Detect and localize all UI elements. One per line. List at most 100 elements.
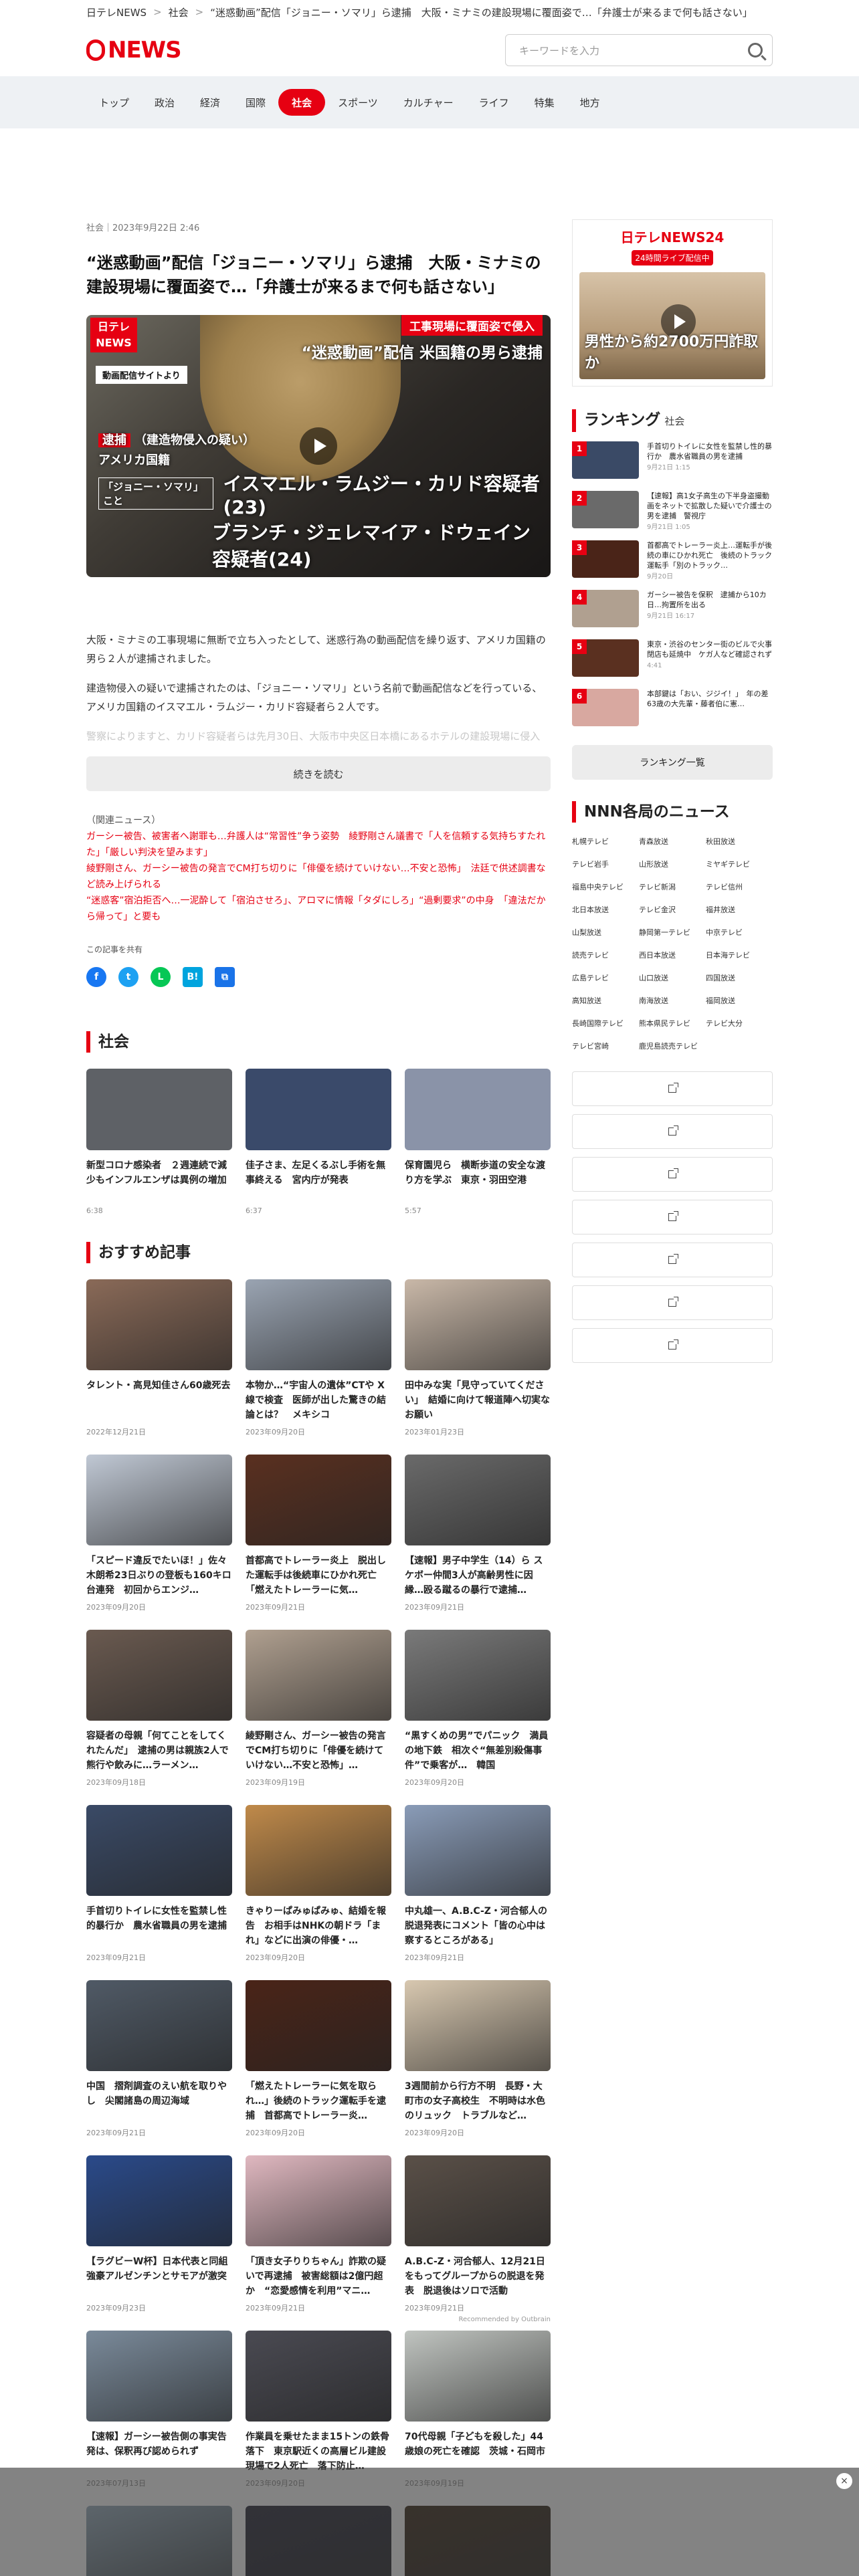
recommended-card[interactable]: “黒すくめの男”でパニック 満員の地下鉄 相次ぐ“無差別殺傷事件”で乗客が… 韓… bbox=[405, 1630, 551, 1788]
nav-item[interactable]: 政治 bbox=[142, 89, 187, 116]
news-card[interactable]: 保育園児ら 横断歩道の安全な渡り方を学ぶ 東京・羽田空港 5:57 bbox=[405, 1069, 551, 1215]
recommended-card[interactable]: 首都高でトレーラー炎上 脱出した運転手は後続車にひかれ死亡 「燃えたトレーラーに… bbox=[246, 1455, 391, 1612]
nnn-station-link[interactable]: 福島中央テレビ bbox=[572, 881, 639, 892]
ranking-item[interactable]: 5 東京・渋谷のセンター街のビルで火事 閉店も延焼中 ケガ人など確認されず 4:41 bbox=[572, 639, 779, 686]
recommended-thumbnail[interactable] bbox=[405, 1279, 551, 1370]
ranking-item[interactable]: 4 ガーシー被告を保釈 逮捕から10カ日…拘置所を出る 9月21日 16:17 bbox=[572, 590, 773, 637]
article-hero-video[interactable]: 日テレ NEWS 動画配信サイトより 工事現場に覆面姿で侵入 “迷惑動画”配信 … bbox=[86, 315, 551, 577]
ranking-title[interactable]: 本部鍵は「おい、ジジイ！」 年の差63歳の大先輩・藤者伯に憲… bbox=[647, 689, 773, 709]
ranking-list-button[interactable]: ランキング一覧 bbox=[572, 745, 773, 780]
nnn-station-link[interactable]: 熊本県民テレビ bbox=[639, 1018, 706, 1029]
recommended-thumbnail[interactable] bbox=[246, 2331, 391, 2422]
recommended-card[interactable]: 【速報】ガーシー被告側の事実告発は、保釈再び認められず2023年07月13日 bbox=[86, 2331, 232, 2488]
external-link-box[interactable] bbox=[572, 1157, 773, 1192]
ranking-thumbnail[interactable]: 6 bbox=[572, 689, 639, 726]
ranking-thumbnail[interactable]: 4 bbox=[572, 590, 639, 627]
breadcrumb-home[interactable]: 日テレNEWS bbox=[86, 5, 147, 19]
ranking-title[interactable]: 手首切りトイレに女性を監禁し性的暴行か 農水省職員の男を逮捕 bbox=[647, 441, 773, 461]
recommended-title[interactable]: タレント・高見知佳さん60歳死去 bbox=[86, 1378, 232, 1422]
recommended-thumbnail[interactable] bbox=[86, 2331, 232, 2422]
recommended-thumbnail[interactable] bbox=[405, 1980, 551, 2071]
recommended-title[interactable]: 本物か…“宇宙人の遺体”CTや X線で検査 医師が出した驚きの結論とは？ メキシ… bbox=[246, 1378, 391, 1422]
nnn-station-link[interactable]: 山口放送 bbox=[639, 972, 706, 983]
ranking-title[interactable]: 首都高でトレーラー炎上…運転手が後続の車にひかれ死亡 後続のトラック運転手「別の… bbox=[647, 540, 773, 570]
external-link-box[interactable] bbox=[572, 1200, 773, 1235]
recommended-card[interactable]: 「頂き女子りりちゃん」詐欺の疑いで再逮捕 被害総額は2億円超か “恋愛感情を利用… bbox=[246, 2155, 391, 2313]
ranking-thumbnail[interactable]: 1 bbox=[572, 441, 639, 479]
nav-item[interactable]: 国際 bbox=[233, 89, 278, 116]
line-icon[interactable]: L bbox=[151, 967, 171, 987]
live-stream-box[interactable]: 日テレNEWS24 24時間ライブ配信中 男性から約2700万円詐取か bbox=[572, 219, 773, 387]
nnn-station-link[interactable]: 青森放送 bbox=[639, 836, 706, 847]
nnn-station-link[interactable]: 札幌テレビ bbox=[572, 836, 639, 847]
ranking-text[interactable]: 首都高でトレーラー炎上…運転手が後続の車にひかれ死亡 後続のトラック運転手「別の… bbox=[647, 540, 773, 582]
nav-item[interactable]: トップ bbox=[86, 89, 142, 116]
recommended-thumbnail[interactable] bbox=[405, 1455, 551, 1545]
recommended-title[interactable]: 「燃えたトレーラーに気を取られ…」後続のトラック運転手を逮捕 首都高でトレーラー… bbox=[246, 2079, 391, 2123]
nav-item[interactable]: ライフ bbox=[466, 89, 522, 116]
news-thumbnail[interactable] bbox=[405, 1069, 551, 1150]
external-link-box[interactable] bbox=[572, 1114, 773, 1149]
read-more-button[interactable]: 続きを読む bbox=[86, 756, 551, 791]
outbrain-credit[interactable]: Recommended by Outbrain bbox=[86, 2316, 551, 2325]
breadcrumb-category[interactable]: 社会 bbox=[169, 5, 189, 19]
nnn-station-link[interactable]: テレビ新潟 bbox=[639, 881, 706, 892]
nnn-station-link[interactable]: テレビ岩手 bbox=[572, 859, 639, 869]
recommended-thumbnail[interactable] bbox=[246, 1279, 391, 1370]
ranking-title[interactable]: 東京・渋谷のセンター街のビルで火事 閉店も延焼中 ケガ人など確認されず bbox=[647, 639, 779, 659]
ranking-text[interactable]: 【速報】高1女子高生の下半身盗撮動画をネットで拡散した疑いで介護士の男を逮捕 警… bbox=[647, 491, 773, 532]
external-link-box[interactable] bbox=[572, 1071, 773, 1106]
recommended-card[interactable]: 「スピード違反でたいほ！」佐々木朗希23日ぶりの登板も160キロ台連発 初回から… bbox=[86, 1455, 232, 1612]
nnn-station-link[interactable]: 山形放送 bbox=[639, 859, 706, 869]
recommended-card[interactable]: 作業員を乗せたまま15トンの鉄骨落下 東京駅近くの高層ビル建設現場で2人死亡 落… bbox=[246, 2331, 391, 2488]
nnn-station-link[interactable]: 読売テレビ bbox=[572, 950, 639, 960]
nnn-station-link[interactable]: 広島テレビ bbox=[572, 972, 639, 983]
nnn-station-link[interactable]: 長崎国際テレビ bbox=[572, 1018, 639, 1029]
nnn-station-link[interactable]: 西日本放送 bbox=[639, 950, 706, 960]
nnn-station-link[interactable]: 鹿児島読売テレビ bbox=[639, 1041, 706, 1051]
nnn-station-link[interactable]: 静岡第一テレビ bbox=[639, 927, 706, 938]
recommended-title[interactable]: A.B.C-Z・河合郁人、12月21日をもってグループからの脱退を発表 脱退後は… bbox=[405, 2254, 551, 2298]
news-thumbnail[interactable] bbox=[246, 1069, 391, 1150]
nav-item[interactable]: 特集 bbox=[522, 89, 567, 116]
nnn-station-link[interactable]: 山梨放送 bbox=[572, 927, 639, 938]
nnn-station-link[interactable]: 南海放送 bbox=[639, 995, 706, 1006]
search-box[interactable]: キーワードを入力 bbox=[505, 34, 773, 66]
nnn-station-link[interactable]: 日本海テレビ bbox=[706, 950, 773, 960]
recommended-card[interactable]: 【速報】男子中学生（14）ら スケボー仲間3人が高齢男性に因縁…殴る蹴るの暴行で… bbox=[405, 1455, 551, 1612]
recommended-card[interactable]: 中国 摺剤調査のえい航を取りやし 尖閣諸島の周辺海域 2023年09月21日 bbox=[86, 1980, 232, 2138]
recommended-thumbnail[interactable] bbox=[405, 1805, 551, 1896]
nav-item[interactable]: 経済 bbox=[187, 89, 233, 116]
ranking-item[interactable]: 2 【速報】高1女子高生の下半身盗撮動画をネットで拡散した疑いで介護士の男を逮捕 … bbox=[572, 491, 773, 538]
recommended-title[interactable]: 「頂き女子りりちゃん」詐欺の疑いで再逮捕 被害総額は2億円超か “恋愛感情を利用… bbox=[246, 2254, 391, 2298]
ranking-text[interactable]: 東京・渋谷のセンター街のビルで火事 閉店も延焼中 ケガ人など確認されず 4:41 bbox=[647, 639, 779, 671]
external-link-box[interactable] bbox=[572, 1243, 773, 1277]
nnn-station-link[interactable]: 四国放送 bbox=[706, 972, 773, 983]
nnn-station-link[interactable]: 福井放送 bbox=[706, 904, 773, 915]
news-thumbnail[interactable] bbox=[86, 1069, 232, 1150]
ranking-thumbnail[interactable]: 5 bbox=[572, 639, 639, 677]
nnn-station-link[interactable]: テレビ宮崎 bbox=[572, 1041, 639, 1051]
recommended-title[interactable]: きゃりーぱみゅぱみゅ、結婚を報告 お相手はNHKの朝ドラ「まれ」などに出演の俳優… bbox=[246, 1904, 391, 1948]
recommended-thumbnail[interactable] bbox=[246, 1455, 391, 1545]
facebook-icon[interactable]: f bbox=[86, 967, 106, 987]
nnn-station-link[interactable]: テレビ大分 bbox=[706, 1018, 773, 1029]
recommended-title[interactable]: 容疑者の母親「何てことをしてくれたんだ」 逮捕の男は親族2人で熊行や飲みに…ラー… bbox=[86, 1729, 232, 1773]
ranking-text[interactable]: 本部鍵は「おい、ジジイ！」 年の差63歳の大先輩・藤者伯に憲… bbox=[647, 689, 773, 710]
nnn-station-link[interactable]: テレビ信州 bbox=[706, 881, 773, 892]
recommended-card[interactable]: タレント・高見知佳さん60歳死去 2022年12月21日 bbox=[86, 1279, 232, 1437]
related-link[interactable]: “迷惑客”宿泊拒否へ…一泥酔して「宿泊させろ」、アロマに情報「タダにしろ」“過剰… bbox=[86, 893, 551, 925]
ranking-text[interactable]: ガーシー被告を保釈 逮捕から10カ日…拘置所を出る 9月21日 16:17 bbox=[647, 590, 773, 621]
recommended-thumbnail[interactable] bbox=[246, 1630, 391, 1721]
ranking-title[interactable]: 【速報】高1女子高生の下半身盗撮動画をネットで拡散した疑いで介護士の男を逮捕 警… bbox=[647, 491, 773, 521]
recommended-title[interactable]: 中国 摺剤調査のえい航を取りやし 尖閣諸島の周辺海域 bbox=[86, 2079, 232, 2123]
recommended-title[interactable]: 手首切りトイレに女性を監禁し性的暴行か 農水省職員の男を逮捕 bbox=[86, 1904, 232, 1948]
nnn-station-link[interactable]: 高知放送 bbox=[572, 995, 639, 1006]
live-thumbnail[interactable]: 男性から約2700万円詐取か bbox=[579, 272, 765, 379]
recommended-title[interactable]: 田中みな実「見守っていてください」 結婚に向けて報道陣へ切実なお願い bbox=[405, 1378, 551, 1422]
recommended-title[interactable]: 首都高でトレーラー炎上 脱出した運転手は後続車にひかれ死亡 「燃えたトレーラーに… bbox=[246, 1553, 391, 1598]
recommended-title[interactable]: 中丸雄一、A.B.C-Z・河合郁人の脱退発表にコメント「皆の心中は察するところが… bbox=[405, 1904, 551, 1948]
recommended-title[interactable]: “黒すくめの男”でパニック 満員の地下鉄 相次ぐ“無差別殺傷事件”で乗客が… 韓… bbox=[405, 1729, 551, 1773]
external-link-box[interactable] bbox=[572, 1285, 773, 1320]
recommended-thumbnail[interactable] bbox=[405, 1630, 551, 1721]
